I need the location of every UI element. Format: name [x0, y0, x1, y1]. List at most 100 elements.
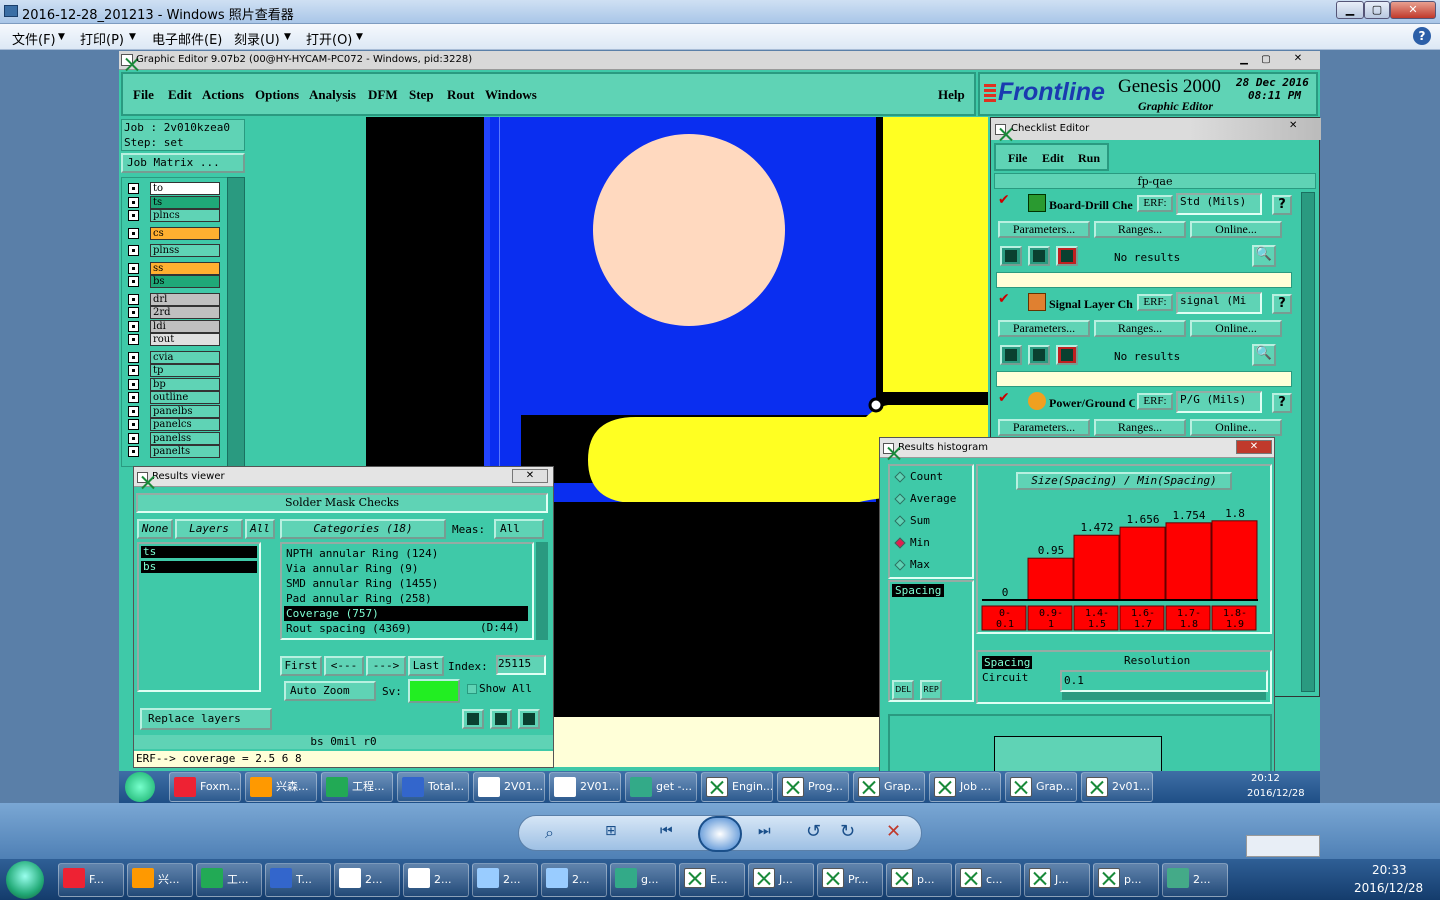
- histogram-bar[interactable]: [1027, 557, 1074, 601]
- check-1-run-all-icon[interactable]: [1028, 246, 1050, 266]
- ck-menu-file[interactable]: File: [1008, 151, 1027, 166]
- layer-name[interactable]: panelbs: [150, 404, 220, 418]
- rv-category-item[interactable]: Coverage (757): [284, 606, 528, 621]
- rv-prev-button[interactable]: <---: [324, 656, 364, 676]
- start-orb[interactable]: [6, 861, 44, 899]
- rv-category-item[interactable]: Rout spacing (4369): [286, 621, 412, 636]
- menu-file[interactable]: 文件(F): [12, 29, 56, 48]
- check-1-parameters-button[interactable]: Parameters...: [998, 221, 1090, 238]
- outer-task-item[interactable]: Pr...: [817, 863, 883, 897]
- layer-row-rout[interactable]: rout: [128, 333, 224, 346]
- delete-icon[interactable]: ✕: [886, 821, 908, 843]
- inner-task-item[interactable]: 2V01...: [473, 772, 545, 802]
- rh-resolution-slider[interactable]: [1062, 692, 1266, 700]
- layer-name[interactable]: panelss: [150, 431, 220, 445]
- rv-none-button[interactable]: None: [137, 519, 173, 539]
- ck-menu-edit[interactable]: Edit: [1042, 151, 1064, 166]
- layer-checkbox[interactable]: [128, 307, 139, 318]
- inner-task-item[interactable]: Engin...: [701, 772, 773, 802]
- fit-window-icon[interactable]: ⊞: [605, 823, 627, 843]
- menu-rout-ge[interactable]: Rout: [447, 87, 474, 103]
- menu-burn-arrow[interactable]: ▼: [284, 32, 291, 42]
- layer-checkbox[interactable]: [128, 351, 139, 363]
- layer-checkbox[interactable]: [128, 405, 139, 417]
- histogram-bar[interactable]: [1211, 520, 1258, 601]
- layer-checkbox[interactable]: [128, 227, 139, 239]
- check-1-help-button[interactable]: ?: [1272, 195, 1292, 215]
- menu-open-arrow[interactable]: ▼: [356, 32, 363, 42]
- layer-row-ts[interactable]: ts: [128, 195, 224, 209]
- rh-list2-circuit[interactable]: Circuit: [982, 671, 1028, 684]
- rv-category-item[interactable]: Pad annular Ring (258): [286, 591, 432, 606]
- rv-category-item[interactable]: NPTH annular Ring (124): [286, 546, 438, 561]
- layer-name[interactable]: to: [150, 182, 220, 195]
- layer-name[interactable]: plncs: [150, 209, 220, 222]
- layer-list-scrollbar[interactable]: [227, 177, 245, 467]
- menu-file-arrow[interactable]: ▼: [58, 32, 65, 42]
- layer-checkbox[interactable]: [128, 446, 139, 457]
- check-2-stop-icon[interactable]: [1056, 345, 1078, 365]
- menu-step-ge[interactable]: Step: [409, 87, 434, 103]
- check-2-erf-value[interactable]: signal (Mi: [1176, 292, 1262, 314]
- layer-checkbox[interactable]: [128, 365, 139, 376]
- layer-row-bp[interactable]: bp: [128, 377, 224, 391]
- checklist-close-button[interactable]: ✕: [1289, 120, 1303, 132]
- rv-layer-bs[interactable]: bs: [141, 561, 257, 573]
- rv-last-button[interactable]: Last: [408, 656, 444, 676]
- check-1-online-button[interactable]: Online...: [1190, 221, 1282, 238]
- check-2-zoom-icon[interactable]: 🔍: [1252, 344, 1276, 366]
- menu-burn[interactable]: 刻录(U): [234, 29, 280, 48]
- layer-row-to[interactable]: to: [128, 182, 224, 195]
- rh-del-icon[interactable]: DEL: [892, 680, 914, 700]
- check-2-help-button[interactable]: ?: [1272, 294, 1292, 314]
- check-3-erf-value[interactable]: P/G (Mils): [1176, 391, 1262, 413]
- check-1-erf-value[interactable]: Std (Mils): [1176, 193, 1262, 215]
- inner-task-item[interactable]: 兴森...: [245, 772, 317, 802]
- layer-checkbox[interactable]: [128, 419, 139, 430]
- rh-resolution-input[interactable]: 0.1: [1060, 670, 1268, 692]
- layer-name[interactable]: rout: [150, 333, 220, 346]
- check-mark-icon[interactable]: ✔: [998, 192, 1012, 208]
- inner-task-item[interactable]: Job ...: [929, 772, 1001, 802]
- rh-list2-spacing[interactable]: Spacing: [982, 656, 1033, 669]
- layer-row-ldi[interactable]: ldi: [128, 319, 224, 333]
- rotate-right-icon[interactable]: ↻: [840, 821, 862, 843]
- check-3-help-button[interactable]: ?: [1272, 393, 1292, 413]
- layer-name[interactable]: bs: [150, 275, 220, 288]
- outer-task-item[interactable]: g...: [610, 863, 676, 897]
- rh-list-spacing[interactable]: Spacing: [892, 584, 945, 597]
- layer-name[interactable]: plnss: [150, 244, 220, 257]
- zoom-icon[interactable]: ⌕: [545, 823, 569, 843]
- histogram-bar[interactable]: [1073, 534, 1120, 601]
- rh-option-max[interactable]: Max: [894, 558, 972, 574]
- layer-row-tp[interactable]: tp: [128, 364, 224, 377]
- layer-name[interactable]: ts: [150, 195, 220, 209]
- ck-menu-run[interactable]: Run: [1078, 151, 1100, 166]
- layer-name[interactable]: ldi: [150, 319, 220, 333]
- check-2-parameters-button[interactable]: Parameters...: [998, 320, 1090, 337]
- menu-file-ge[interactable]: File: [133, 87, 154, 103]
- layer-name[interactable]: cvia: [150, 350, 220, 364]
- outer-task-item[interactable]: F...: [58, 863, 124, 897]
- slideshow-button[interactable]: [698, 816, 742, 852]
- layer-row-panelcs[interactable]: panelcs: [128, 418, 224, 431]
- rv-category-item[interactable]: SMD annular Ring (1455): [286, 576, 438, 591]
- rv-close-button[interactable]: ✕: [512, 469, 548, 483]
- check-2-run-icon[interactable]: [1000, 345, 1022, 365]
- layer-checkbox[interactable]: [128, 334, 139, 345]
- outer-task-item[interactable]: 2...: [472, 863, 538, 897]
- rh-rep-icon[interactable]: REP: [920, 680, 942, 700]
- close-button[interactable]: ✕: [1390, 1, 1436, 19]
- job-matrix-button[interactable]: Job Matrix ...: [121, 153, 245, 173]
- menu-analysis-ge[interactable]: Analysis: [309, 87, 356, 103]
- layer-row-plncs[interactable]: plncs: [128, 209, 224, 222]
- layer-row-outline[interactable]: outline: [128, 391, 224, 404]
- inner-task-item[interactable]: get -...: [625, 772, 697, 802]
- layer-name[interactable]: bp: [150, 377, 220, 391]
- layer-checkbox[interactable]: [128, 245, 139, 256]
- layer-row-cs[interactable]: cs: [128, 226, 224, 240]
- layer-name[interactable]: panelcs: [150, 418, 220, 431]
- layer-name[interactable]: outline: [150, 391, 220, 404]
- rv-replace-layers-select[interactable]: Replace layers: [140, 708, 272, 730]
- layer-name[interactable]: panelts: [150, 445, 220, 458]
